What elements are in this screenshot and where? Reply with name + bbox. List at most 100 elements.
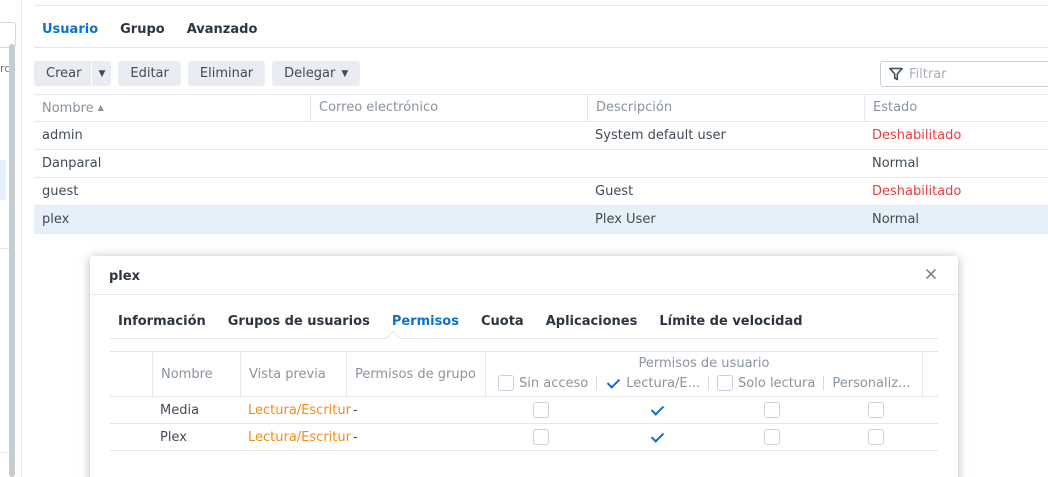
custom-checkbox[interactable] [868,429,884,445]
group-permission-value: - [353,402,358,418]
read-write-checkbox[interactable] [649,402,665,418]
table-row[interactable]: admin System default user Deshabilitado [34,122,1048,150]
read-write-label: Lectura/E... [626,375,701,391]
column-header-email[interactable]: Correo electrónico [310,94,587,122]
header-option-no-access[interactable]: Sin acceso [498,375,588,391]
custom-label: Personaliz... [832,375,911,391]
column-header-name: Nombre [152,352,240,397]
create-dropdown-button[interactable]: ▼ [92,61,112,86]
column-header-preview: Vista previa [240,352,346,397]
tab-permisos[interactable]: Permisos [392,314,459,329]
table-row-selected[interactable]: plex Plex User Normal [34,206,1048,234]
sidebar-selected-item[interactable] [0,160,6,200]
tab-grupos-de-usuarios[interactable]: Grupos de usuarios [228,314,370,329]
read-only-checkbox-wrap [764,424,780,450]
create-button[interactable]: Crear [34,61,92,86]
tab-aplicaciones[interactable]: Aplicaciones [546,314,638,329]
create-split-button: Crear ▼ [34,61,112,86]
cell-description: Plex User [595,212,656,227]
select-all-read-only-checkbox[interactable] [717,375,734,391]
active-tab-indicator [385,330,401,346]
sidebar-scrollbar[interactable] [9,44,15,477]
preview-value: Lectura/Escritur [248,402,351,418]
no-access-checkbox-wrap [533,424,549,450]
permissions-header: Nombre Vista previa Permisos de grupo Pe… [110,351,938,397]
top-divider [34,5,1048,6]
tabs-divider [34,47,1048,48]
header-option-read-only[interactable]: Solo lectura [717,375,815,391]
caret-down-icon: ▼ [341,68,349,79]
read-only-checkbox[interactable] [764,402,780,418]
custom-checkbox-wrap [868,424,884,450]
tab-usuario[interactable]: Usuario [42,22,98,37]
select-all-read-write-checkbox[interactable] [605,375,622,391]
column-border [922,352,923,397]
delegate-button[interactable]: Delegar ▼ [272,61,361,86]
table-row[interactable]: Danparal Normal [34,150,1048,178]
read-write-checkbox-wrap [649,397,665,423]
select-all-no-access-checkbox[interactable] [498,375,514,391]
users-table: Nombre ▲ Correo electrónico Descripción E… [34,94,1048,234]
cell-name: guest [42,184,79,199]
separator [708,376,710,390]
filter-input[interactable] [909,66,1039,82]
permissions-grid: Nombre Vista previa Permisos de grupo Pe… [110,351,938,451]
no-access-checkbox[interactable] [533,429,549,445]
user-permissions-options: Sin acceso Lectura/E... Solo lectura Per… [498,375,910,391]
cell-name: Danparal [42,156,102,171]
column-header-status[interactable]: Estado [864,94,1048,122]
permission-row: Media Lectura/Escritur - [110,397,938,424]
edit-button[interactable]: Editar [118,61,181,86]
no-access-label: Sin acceso [519,375,589,391]
main-tabs: Usuario Grupo Avanzado [42,22,279,37]
cell-status: Normal [872,212,920,227]
header-option-read-write[interactable]: Lectura/E... [605,375,700,391]
preview-value: Lectura/Escritur [248,429,351,445]
tab-grupo[interactable]: Grupo [120,22,165,37]
separator [823,376,825,390]
tab-limite-de-velocidad[interactable]: Límite de velocidad [659,314,802,329]
read-write-checkbox-wrap [649,424,665,450]
no-access-checkbox[interactable] [533,402,549,418]
cell-name: admin [42,128,83,143]
read-only-checkbox[interactable] [764,429,780,445]
dialog-tabs: Información Grupos de usuarios Permisos … [118,314,825,329]
caret-down-icon: ▼ [98,68,106,79]
column-header-group-permissions: Permisos de grupo [346,352,485,397]
shared-folder-name: Media [160,402,200,418]
table-row[interactable]: guest Guest Deshabilitado [34,178,1048,206]
permission-row: Plex Lectura/Escritur - [110,424,938,451]
delegate-label: Delegar [284,66,336,81]
custom-checkbox[interactable] [868,402,884,418]
tab-avanzado[interactable]: Avanzado [187,22,258,37]
delete-button[interactable]: Eliminar [187,61,266,86]
read-only-checkbox-wrap [764,397,780,423]
filter-field[interactable] [880,61,1048,87]
shared-folder-name: Plex [160,429,187,445]
filter-icon [889,67,903,81]
separator [596,376,598,390]
column-header-name[interactable]: Nombre ▲ [34,101,310,116]
column-header-user-permissions: Permisos de usuario Sin acceso Lectura/E… [485,352,939,397]
cell-status: Deshabilitado [872,128,962,143]
user-permissions-title: Permisos de usuario [638,356,770,371]
cell-status: Normal [872,156,920,171]
no-access-checkbox-wrap [533,397,549,423]
column-header-description[interactable]: Descripción [587,94,864,122]
read-only-label: Solo lectura [738,375,816,391]
header-option-custom[interactable]: Personaliz... [832,376,910,391]
custom-checkbox-wrap [868,397,884,423]
cell-description: System default user [595,128,726,143]
user-edit-dialog: plex Información Grupos de usuarios Perm… [90,256,958,477]
dialog-title-divider [90,294,958,295]
close-icon[interactable] [922,265,940,283]
table-header: Nombre ▲ Correo electrónico Descripción E… [34,94,1048,122]
sidebar-border [21,0,22,477]
sort-asc-icon: ▲ [97,102,104,112]
cell-name: plex [42,212,70,227]
tab-cuota[interactable]: Cuota [481,314,524,329]
toolbar: Crear ▼ Editar Eliminar Delegar ▼ [34,61,361,86]
tab-informacion[interactable]: Información [118,314,206,329]
cell-status: Deshabilitado [872,184,962,199]
read-write-checkbox[interactable] [649,429,665,445]
